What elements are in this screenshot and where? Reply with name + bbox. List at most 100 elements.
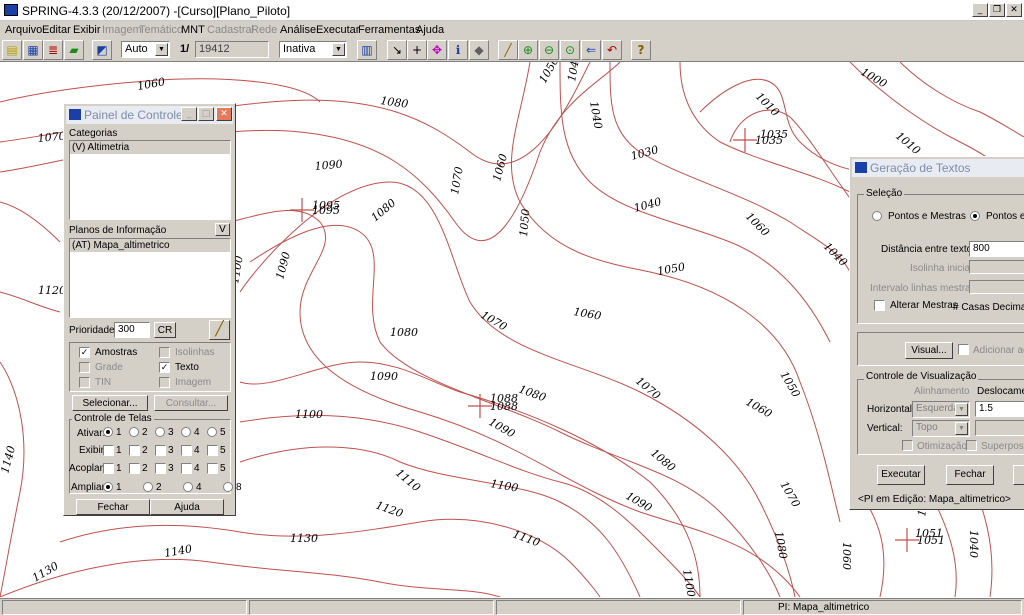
ativar-radio-1[interactable] xyxy=(103,427,113,437)
ampliar-radio-4[interactable] xyxy=(183,482,193,492)
edit-line-icon[interactable]: ╱ xyxy=(498,40,518,60)
database-icon[interactable]: ▤ xyxy=(2,40,22,60)
distancia-input[interactable]: 800 xyxy=(969,241,1024,257)
tela-checkbox-5[interactable] xyxy=(207,445,218,456)
layers-icon[interactable]: ≣ xyxy=(43,40,63,60)
painel-close-icon[interactable]: ✕ xyxy=(216,107,232,121)
menu-rede[interactable]: Rede xyxy=(251,24,277,36)
categoria-item[interactable]: (V) Altimetria xyxy=(70,141,230,154)
categorias-list[interactable]: (V) Altimetria xyxy=(69,140,231,220)
consultar-button[interactable]: Consultar... xyxy=(154,395,228,411)
tela-checkbox-1[interactable] xyxy=(103,463,114,474)
prioridade-input[interactable]: 300 xyxy=(114,322,150,338)
painel-title: Painel de Controle xyxy=(84,108,183,122)
window-title: SPRING-4.3.3 (20/12/2007) -[Curso][Plano… xyxy=(22,4,291,18)
ativar-radio-5[interactable] xyxy=(207,427,217,437)
draw-icon[interactable]: ◩ xyxy=(92,40,112,60)
isolinha-inicial-input[interactable] xyxy=(969,260,1024,274)
tela-checkbox-2[interactable] xyxy=(129,445,140,456)
intervalo-mestras-input[interactable] xyxy=(969,280,1024,294)
scale-input[interactable]: 19412 xyxy=(195,41,269,58)
project-icon[interactable]: ▦ xyxy=(23,40,43,60)
crosshair-icon[interactable]: + xyxy=(407,40,427,60)
painel-ajuda-button[interactable]: Ajuda xyxy=(150,499,224,515)
zoom-in-icon[interactable]: ⊕ xyxy=(518,40,538,60)
tela-checkbox-3[interactable] xyxy=(155,463,166,474)
isolinhas-checkbox[interactable] xyxy=(159,347,170,358)
ativar-radio-3[interactable] xyxy=(155,427,165,437)
tela-checkbox-4[interactable] xyxy=(181,463,192,474)
grid-icon[interactable]: ▥ xyxy=(357,40,377,60)
otimizacao-checkbox[interactable] xyxy=(902,440,913,451)
zoom-mode-select[interactable]: Auto ▼ xyxy=(121,41,170,58)
pointer-icon[interactable]: ↘ xyxy=(387,40,407,60)
plane-icon[interactable]: ▰ xyxy=(64,40,84,60)
geracao-fechar-button[interactable]: Fechar xyxy=(946,465,994,485)
menu-analise[interactable]: Análise xyxy=(280,24,316,36)
cr-button[interactable]: CR xyxy=(154,322,176,338)
tin-checkbox[interactable] xyxy=(79,377,90,388)
zoom-area-icon[interactable]: ⊙ xyxy=(560,40,580,60)
executar-button[interactable]: Executar xyxy=(877,465,925,485)
ativar-radio-2[interactable] xyxy=(129,427,139,437)
info-icon[interactable]: ℹ xyxy=(448,40,468,60)
tela-checkbox-2[interactable] xyxy=(129,463,140,474)
alterar-mestras-checkbox[interactable] xyxy=(874,300,885,311)
superposicao-checkbox[interactable] xyxy=(966,440,977,451)
geracao-extra-button[interactable] xyxy=(1013,465,1024,485)
adicionar-label: Adicionar ao xyxy=(973,345,1024,356)
grade-checkbox[interactable] xyxy=(79,362,90,373)
menu-exibir[interactable]: Exibir xyxy=(73,24,101,36)
ampliar-radio-8[interactable] xyxy=(223,482,233,492)
vertical-deslocamento-input[interactable] xyxy=(975,420,1024,436)
panel-icon xyxy=(69,109,81,120)
contour-label: 1090 xyxy=(487,415,518,440)
help-icon[interactable]: ? xyxy=(631,40,651,60)
tela-checkbox-5[interactable] xyxy=(207,463,218,474)
edit-plane-icon[interactable]: ╱ xyxy=(209,320,230,340)
horizontal-select[interactable]: Esquerda ▼ xyxy=(912,401,970,418)
selecionar-button[interactable]: Selecionar... xyxy=(72,395,148,411)
menu-executar[interactable]: Executar xyxy=(316,24,359,36)
planos-list[interactable]: (AT) Mapa_altimetrico xyxy=(69,238,231,318)
distancia-label: Distância entre textos: xyxy=(881,244,980,255)
ativar-radio-4[interactable] xyxy=(181,427,191,437)
minimize-icon[interactable]: _ xyxy=(972,3,988,17)
tela-checkbox-1[interactable] xyxy=(103,445,114,456)
menu-arquivo[interactable]: Arquivo xyxy=(5,24,42,36)
amostras-checkbox[interactable]: ✓ xyxy=(79,347,90,358)
pan-icon[interactable]: ✥ xyxy=(427,40,447,60)
zoom-out-icon[interactable]: ⊖ xyxy=(539,40,559,60)
cursor-area-icon[interactable]: ◆ xyxy=(469,40,489,60)
painel-minimize-icon[interactable]: _ xyxy=(181,107,197,121)
undo-icon[interactable]: ↶ xyxy=(602,40,622,60)
menu-mnt[interactable]: MNT xyxy=(181,24,205,36)
menu-editar[interactable]: Editar xyxy=(42,24,71,36)
adicionar-checkbox[interactable] xyxy=(958,344,969,355)
texto-checkbox[interactable]: ✓ xyxy=(159,362,170,373)
tela-checkbox-4[interactable] xyxy=(181,445,192,456)
menu-ajuda[interactable]: Ajuda xyxy=(416,24,444,36)
menu-imagem[interactable]: Imagem xyxy=(102,24,142,36)
menu-tematico[interactable]: Temático xyxy=(139,24,183,36)
painel-fechar-button[interactable]: Fechar xyxy=(76,499,150,515)
ampliar-radio-2[interactable] xyxy=(143,482,153,492)
ampliar-radio-1[interactable] xyxy=(103,482,113,492)
back-icon[interactable]: ⇐ xyxy=(581,40,601,60)
imagem-checkbox[interactable] xyxy=(159,377,170,388)
contour-label: 1088 xyxy=(490,392,518,405)
menu-cadastral[interactable]: Cadastral xyxy=(207,24,254,36)
restore-icon[interactable]: ❐ xyxy=(989,3,1005,17)
close-icon[interactable]: ✕ xyxy=(1006,3,1022,17)
pontos-i-radio[interactable] xyxy=(970,211,980,221)
vertical-select[interactable]: Topo ▼ xyxy=(912,420,970,437)
pontos-mestras-radio[interactable] xyxy=(872,211,882,221)
menu-ferramentas[interactable]: Ferramentas xyxy=(358,24,420,36)
plano-item[interactable]: (AT) Mapa_altimetrico xyxy=(70,239,230,252)
visual-button[interactable]: Visual... xyxy=(905,342,953,359)
painel-maximize-icon[interactable]: □ xyxy=(198,107,214,121)
deslocamento-input[interactable]: 1.5 xyxy=(975,401,1024,417)
planos-filter-button[interactable]: V xyxy=(215,223,230,236)
cursor-mode-select[interactable]: Inativa ▼ xyxy=(279,41,347,58)
tela-checkbox-3[interactable] xyxy=(155,445,166,456)
